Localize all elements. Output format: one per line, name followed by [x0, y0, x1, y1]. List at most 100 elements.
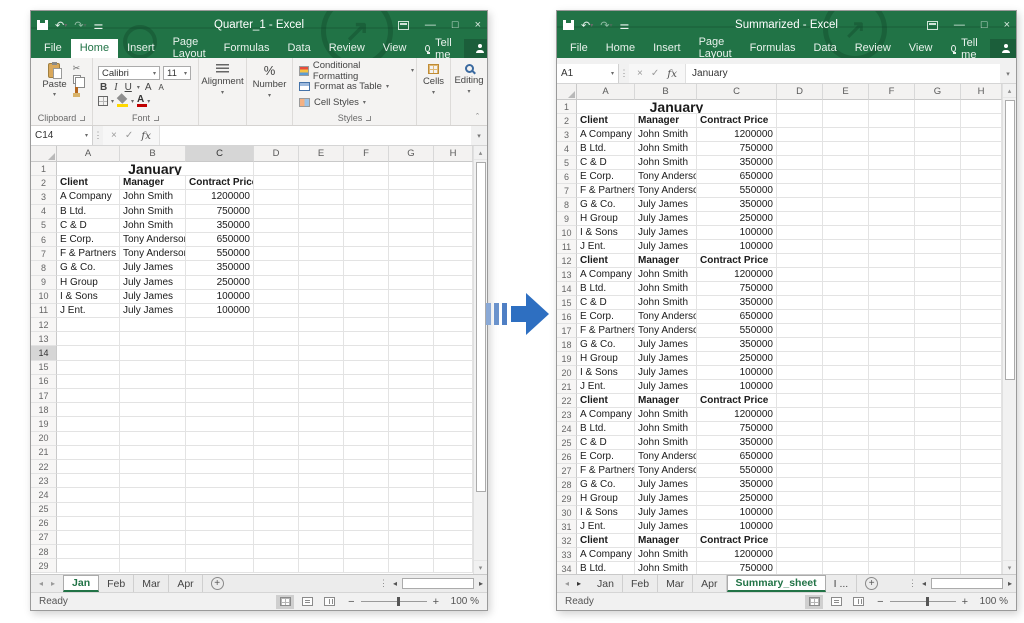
cell[interactable]: 350000: [697, 478, 777, 492]
cell[interactable]: [389, 304, 434, 318]
column-header-E[interactable]: E: [299, 146, 344, 162]
cell[interactable]: John Smith: [635, 422, 697, 436]
cell[interactable]: John Smith: [635, 128, 697, 142]
cell[interactable]: July James: [635, 492, 697, 506]
row-header-26[interactable]: 26: [31, 517, 57, 531]
cell[interactable]: [869, 408, 915, 422]
cell[interactable]: [777, 268, 823, 282]
cell[interactable]: [389, 205, 434, 219]
cell[interactable]: 1200000: [697, 548, 777, 562]
cell[interactable]: [434, 545, 473, 559]
cell[interactable]: July James: [635, 380, 697, 394]
cells-button[interactable]: Cells ▾: [419, 61, 448, 124]
cell[interactable]: [254, 276, 299, 290]
conditional-formatting-button[interactable]: Conditional Formatting ▾: [299, 63, 414, 78]
column-header-F[interactable]: F: [869, 84, 915, 100]
cell[interactable]: [186, 432, 254, 446]
cell[interactable]: [299, 545, 344, 559]
cell[interactable]: [823, 352, 869, 366]
cell[interactable]: [299, 247, 344, 261]
cell[interactable]: G & Co.: [57, 261, 120, 275]
cell[interactable]: [120, 559, 186, 573]
cell[interactable]: [915, 128, 961, 142]
ribbon-tab-home[interactable]: Home: [597, 39, 644, 58]
format-as-table-button[interactable]: Format as Table ▾: [299, 79, 414, 94]
cell[interactable]: [299, 488, 344, 502]
cell[interactable]: John Smith: [635, 296, 697, 310]
cell[interactable]: [823, 422, 869, 436]
cell[interactable]: [434, 432, 473, 446]
cell[interactable]: [299, 474, 344, 488]
cell[interactable]: [389, 176, 434, 190]
sheet-tab-mar[interactable]: Mar: [658, 575, 693, 592]
cell[interactable]: 350000: [697, 436, 777, 450]
cell[interactable]: Client: [577, 394, 635, 408]
cell[interactable]: [823, 142, 869, 156]
cell[interactable]: [777, 562, 823, 574]
italic-button[interactable]: I: [112, 82, 119, 93]
cell[interactable]: 550000: [697, 324, 777, 338]
zoom-in-icon[interactable]: +: [433, 596, 439, 608]
cell[interactable]: 100000: [186, 290, 254, 304]
cell[interactable]: F & Partners: [577, 464, 635, 478]
cell[interactable]: [120, 361, 186, 375]
cell[interactable]: [344, 162, 389, 176]
cell[interactable]: E Corp.: [577, 450, 635, 464]
row-header-29[interactable]: 29: [557, 492, 577, 506]
ribbon-tab-review[interactable]: Review: [846, 39, 900, 58]
cell[interactable]: [869, 296, 915, 310]
cell[interactable]: [869, 170, 915, 184]
cell[interactable]: [389, 318, 434, 332]
minimize-icon[interactable]: —: [954, 19, 965, 31]
cell[interactable]: 350000: [697, 338, 777, 352]
cell[interactable]: Contract Price: [697, 254, 777, 268]
cell[interactable]: [299, 332, 344, 346]
cell[interactable]: [344, 403, 389, 417]
cell[interactable]: [389, 162, 434, 176]
fill-color-icon[interactable]: [117, 95, 128, 107]
cell[interactable]: [254, 446, 299, 460]
worksheet-grid[interactable]: ABCDEFGH1January2ClientManagerContract P…: [31, 146, 487, 574]
cell[interactable]: [344, 304, 389, 318]
cell[interactable]: Manager: [120, 176, 186, 190]
cell[interactable]: [389, 389, 434, 403]
row-header-3[interactable]: 3: [557, 128, 577, 142]
row-header-5[interactable]: 5: [31, 219, 57, 233]
cell[interactable]: [915, 254, 961, 268]
cell[interactable]: [434, 219, 473, 233]
cell[interactable]: [434, 346, 473, 360]
cell[interactable]: I & Sons: [577, 506, 635, 520]
cell[interactable]: [344, 474, 389, 488]
cell[interactable]: [823, 436, 869, 450]
cell[interactable]: [869, 534, 915, 548]
cell[interactable]: [915, 156, 961, 170]
cell[interactable]: [869, 198, 915, 212]
cell[interactable]: F & Partners: [577, 324, 635, 338]
cell[interactable]: 750000: [186, 205, 254, 219]
collapse-ribbon-icon[interactable]: ˆ: [476, 112, 479, 122]
cell[interactable]: 100000: [697, 506, 777, 520]
cell[interactable]: [120, 517, 186, 531]
font-color-icon[interactable]: A: [137, 95, 144, 107]
row-header-6[interactable]: 6: [557, 170, 577, 184]
cell[interactable]: [777, 478, 823, 492]
cell[interactable]: Manager: [635, 114, 697, 128]
cell[interactable]: J Ent.: [577, 380, 635, 394]
cell[interactable]: [299, 503, 344, 517]
cell[interactable]: H Group: [577, 492, 635, 506]
cell[interactable]: [915, 520, 961, 534]
row-header-24[interactable]: 24: [557, 422, 577, 436]
cell[interactable]: [961, 324, 1002, 338]
column-header-D[interactable]: D: [777, 84, 823, 100]
ribbon-tab-formulas[interactable]: Formulas: [741, 39, 805, 58]
paste-button[interactable]: Paste ▾: [42, 61, 66, 112]
cell-title-january[interactable]: January: [577, 100, 777, 114]
cell[interactable]: July James: [635, 520, 697, 534]
cell[interactable]: John Smith: [635, 268, 697, 282]
cell[interactable]: Contract Price: [697, 114, 777, 128]
cell[interactable]: [823, 226, 869, 240]
cell[interactable]: [434, 332, 473, 346]
cell[interactable]: [961, 380, 1002, 394]
cell[interactable]: [823, 380, 869, 394]
cell[interactable]: 100000: [697, 380, 777, 394]
